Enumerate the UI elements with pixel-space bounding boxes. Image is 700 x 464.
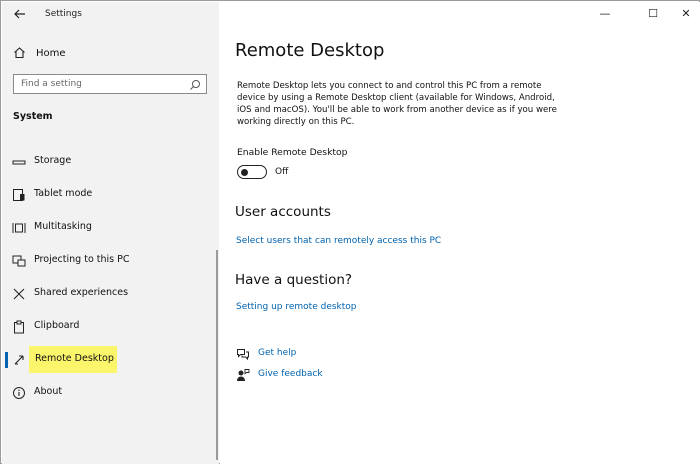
storage-icon (12, 154, 26, 168)
sidebar-item-tablet-mode[interactable]: Tablet mode (2, 181, 219, 209)
page-title: Remote Desktop (235, 40, 385, 61)
about-icon (12, 385, 26, 399)
sidebar-item-remote-desktop[interactable]: Remote Desktop (2, 346, 219, 374)
section-title: System (13, 111, 53, 122)
clipboard-icon (12, 319, 26, 334)
get-help-label: Get help (258, 348, 297, 358)
enable-remote-desktop-toggle[interactable] (237, 165, 267, 179)
app-title: Settings (45, 9, 82, 19)
sidebar-item-clipboard[interactable]: Clipboard (2, 313, 219, 341)
sidebar-item-label: Storage (34, 155, 72, 166)
sidebar-item-label: Remote Desktop (35, 353, 114, 364)
sidebar-scrollbar[interactable] (216, 250, 218, 460)
toggle-label: Enable Remote Desktop (237, 147, 348, 158)
sidebar-item-label: Multitasking (34, 221, 92, 232)
sidebar-item-multitasking[interactable]: Multitasking (2, 214, 219, 242)
sidebar-item-label: Projecting to this PC (34, 254, 130, 265)
sidebar-item-label: Tablet mode (34, 188, 93, 199)
minimize-button[interactable]: — (591, 6, 619, 22)
user-accounts-heading: User accounts (235, 204, 331, 220)
sidebar-item-shared-experiences[interactable]: Shared experiences (2, 280, 219, 308)
selection-marker (5, 352, 8, 368)
question-heading: Have a question? (235, 272, 353, 288)
settings-window: Settings Home Find a setting System Stor… (0, 0, 700, 464)
main-content: — ☐ ✕ Remote Desktop Remote Desktop lets… (220, 2, 700, 464)
search-input[interactable]: Find a setting (13, 74, 207, 94)
home-nav-item[interactable]: Home (13, 45, 66, 61)
give-feedback-label: Give feedback (258, 369, 323, 379)
sidebar-item-label: Shared experiences (34, 287, 129, 298)
search-icon[interactable] (188, 77, 202, 91)
tablet-mode-icon (12, 187, 26, 201)
remote-desktop-icon (12, 352, 26, 366)
toggle-state: Off (275, 167, 289, 177)
setup-remote-desktop-link[interactable]: Setting up remote desktop (236, 302, 357, 312)
home-icon (13, 44, 26, 63)
sidebar-item-projecting[interactable]: Projecting to this PC (2, 247, 219, 275)
select-users-link[interactable]: Select users that can remotely access th… (236, 236, 441, 246)
home-label: Home (36, 47, 66, 59)
feedback-person-icon (236, 367, 250, 381)
sidebar-item-storage[interactable]: Storage (2, 148, 219, 176)
shared-experiences-icon (12, 286, 26, 300)
back-arrow-icon[interactable] (12, 7, 28, 23)
maximize-button[interactable]: ☐ (639, 6, 667, 22)
sidebar: Settings Home Find a setting System Stor… (2, 2, 219, 464)
sidebar-item-label: About (34, 386, 63, 397)
multitasking-icon (12, 220, 26, 234)
close-button[interactable]: ✕ (672, 6, 700, 22)
search-placeholder: Find a setting (21, 79, 82, 89)
toggle-knob (241, 168, 248, 176)
chat-bubble-icon (236, 346, 250, 361)
projecting-icon (12, 253, 26, 267)
sidebar-item-label: Clipboard (34, 320, 80, 331)
page-description: Remote Desktop lets you connect to and c… (237, 81, 557, 127)
sidebar-item-about[interactable]: About (2, 379, 219, 407)
